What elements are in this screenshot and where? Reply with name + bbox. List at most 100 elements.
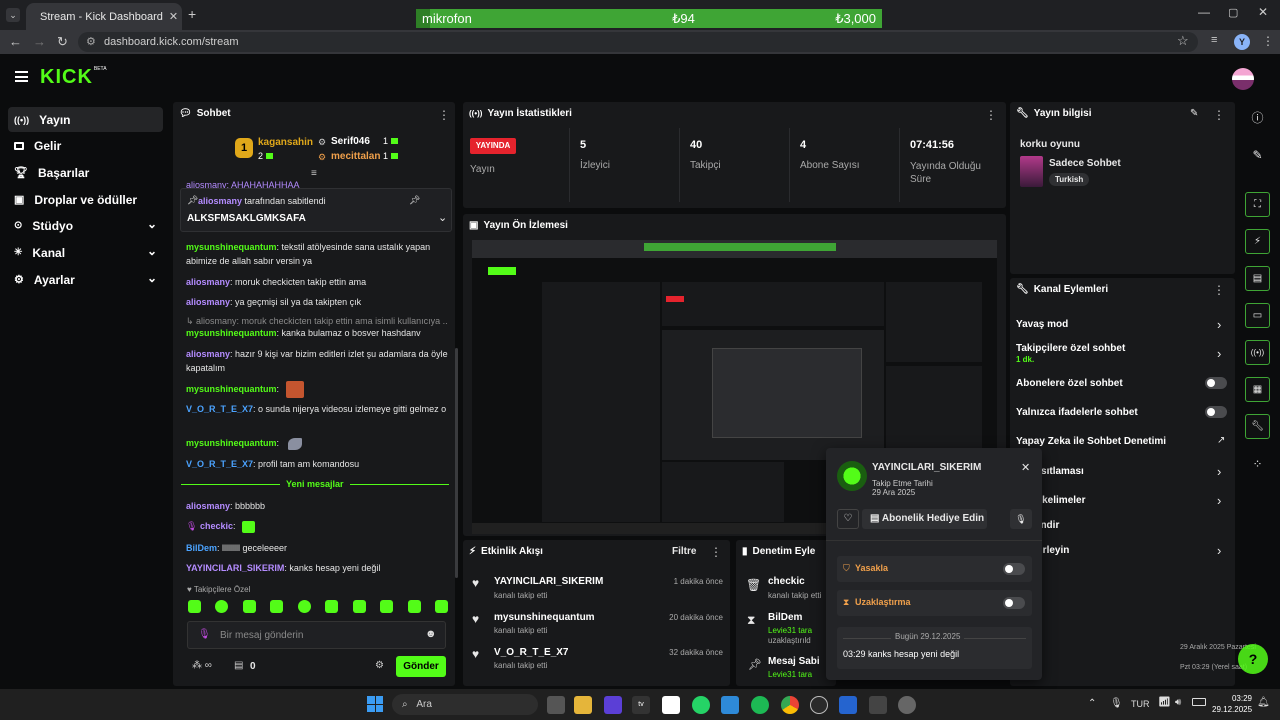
emote-button[interactable] — [297, 600, 311, 613]
reload-icon[interactable]: ↻ — [57, 34, 68, 50]
profile-avatar[interactable]: Y — [1234, 34, 1250, 50]
emote-button[interactable] — [188, 600, 201, 613]
info-icon[interactable]: ⓘ — [1245, 106, 1270, 131]
chat-scrollbar[interactable] — [455, 348, 458, 578]
channel-actions-menu-icon[interactable]: ⋮ — [1213, 283, 1225, 297]
emote-only-row[interactable]: Yalnızca ifadelerle sohbet — [1016, 407, 1138, 418]
mod-user[interactable]: Mesaj Sabi — [768, 656, 820, 667]
forward-icon[interactable]: → — [33, 34, 46, 49]
chatgpt-icon[interactable] — [810, 696, 828, 714]
chat-username[interactable]: checkic — [200, 521, 233, 531]
spotify-icon[interactable] — [751, 696, 769, 714]
emote-button[interactable] — [434, 600, 448, 613]
app-icon[interactable] — [604, 696, 622, 714]
followers-only-row[interactable]: Takipçilere özel sohbet — [1016, 343, 1125, 354]
filter-button[interactable]: Filtre — [672, 546, 696, 557]
tray-chevron-icon[interactable]: ⌃ — [1088, 698, 1096, 709]
app-icon[interactable] — [898, 696, 916, 714]
activity-menu-icon[interactable]: ⋮ — [710, 545, 722, 559]
pinned-message[interactable]: 📌︎ aliosmany tarafından sabitlendi 📌︎ AL… — [180, 188, 452, 232]
chat-username[interactable]: aliosmany — [186, 297, 230, 307]
chat-username[interactable]: mysunshinequantum — [186, 328, 277, 338]
mute-button[interactable]: 🎙︎ — [1010, 509, 1032, 529]
activity-user[interactable]: mysunshinequantum — [494, 612, 595, 623]
sidebar-item-basarilar[interactable]: 🏆︎ Başarılar — [8, 160, 163, 185]
gifter-name[interactable]: kagansahin — [258, 137, 313, 148]
apple-tv-icon[interactable]: tv — [632, 696, 650, 714]
points-icon[interactable]: ⁂ ∞ — [192, 660, 212, 671]
ban-toggle[interactable] — [1003, 563, 1025, 575]
screen-capture-icon[interactable]: ⛶ — [1245, 192, 1270, 217]
start-icon[interactable] — [367, 696, 383, 712]
slow-mode-row[interactable]: Yavaş mod — [1016, 319, 1068, 330]
battery-icon[interactable] — [1192, 698, 1206, 706]
chat-username[interactable]: V_O_R_T_E_X7 — [186, 459, 253, 469]
chat-username[interactable]: aliosmany — [186, 277, 230, 287]
language-indicator[interactable]: TUR — [1131, 699, 1150, 709]
emote-button[interactable] — [270, 600, 284, 613]
user-card-name[interactable]: YAYINCILARI_SIKERIM — [872, 462, 981, 473]
layout-icon[interactable]: ▦ — [1245, 377, 1270, 402]
chat-username[interactable]: mysunshinequantum — [186, 242, 277, 252]
stats-menu-icon[interactable]: ⋮ — [985, 108, 997, 122]
close-tab-icon[interactable]: ✕ — [169, 10, 178, 23]
category-name[interactable]: Sadece Sohbet — [1049, 158, 1121, 169]
notification-icon[interactable]: 🔔︎ — [1257, 697, 1270, 708]
url-field[interactable]: ⚙ dashboard.kick.com/stream — [78, 32, 1198, 52]
emote-only-toggle[interactable] — [1205, 406, 1227, 418]
chevron-right-icon[interactable]: › — [1217, 346, 1221, 361]
ai-moderation-row[interactable]: Yapay Zeka ile Sohbet Denetimi — [1016, 436, 1166, 447]
chat-username[interactable]: BilDem — [186, 543, 217, 553]
document-icon[interactable]: ▤ — [1245, 266, 1270, 291]
activity-user[interactable]: YAYINCILARI_SIKERIM — [494, 576, 603, 587]
language-tag[interactable]: Turkish — [1049, 173, 1090, 186]
chat-username[interactable]: YAYINCILARI_SIKERIM — [186, 563, 284, 573]
chevron-down-icon[interactable]: ⌄ — [438, 211, 447, 224]
todo-icon[interactable] — [839, 696, 857, 714]
site-info-icon[interactable]: ⚙ — [86, 32, 96, 52]
browser-tab[interactable]: Stream - Kick Dashboard ✕ — [26, 3, 182, 30]
gifter-name[interactable]: Serif046 — [331, 136, 370, 147]
gifter-name[interactable]: mecittalan — [331, 151, 380, 162]
emote-button[interactable] — [407, 600, 421, 613]
mic-icon[interactable]: 🎙︎ — [198, 629, 211, 640]
task-view-icon[interactable] — [547, 696, 565, 714]
emote-button[interactable] — [242, 600, 256, 613]
chevron-right-icon[interactable]: › — [1217, 493, 1221, 508]
external-link-icon[interactable]: ↗ — [1217, 435, 1225, 446]
notion-icon[interactable] — [662, 696, 680, 714]
broadcast-icon[interactable]: ((•)) — [1245, 340, 1270, 365]
chrome-icon[interactable] — [781, 696, 799, 714]
wrench-icon[interactable]: 🔧︎ — [1245, 414, 1270, 439]
kick-logo[interactable]: KICK BETA — [40, 66, 107, 89]
sidebar-item-yayin[interactable]: ((•)) Yayın — [8, 107, 163, 132]
chat-username[interactable]: mysunshinequantum — [186, 438, 277, 448]
reading-list-icon[interactable]: ≡ — [1211, 34, 1217, 46]
sidebar-item-studyo[interactable]: ⊙ Stüdyo ⌄ — [8, 213, 163, 238]
sidebar-item-gelir[interactable]: Gelir — [8, 133, 163, 158]
emote-button[interactable] — [352, 600, 366, 613]
chevron-right-icon[interactable]: › — [1217, 464, 1221, 479]
hamburger-menu-icon[interactable] — [15, 71, 28, 82]
chat-username[interactable]: aliosmany — [186, 349, 230, 359]
maximize-icon[interactable]: ▢ — [1228, 6, 1238, 19]
mod-user[interactable]: BilDem — [768, 612, 802, 623]
subscribers-only-row[interactable]: Abonelere özel sohbet — [1016, 378, 1123, 389]
category-thumbnail[interactable] — [1020, 156, 1043, 187]
subscribers-only-toggle[interactable] — [1205, 377, 1227, 389]
sidebar-item-kanal[interactable]: ✳ Kanal ⌄ — [8, 240, 163, 265]
user-avatar[interactable] — [1232, 68, 1254, 90]
chat-input[interactable]: 🎙︎ Bir mesaj gönderin ☻ — [187, 621, 446, 649]
close-window-icon[interactable]: ✕ — [1258, 5, 1268, 19]
chat-icon[interactable]: ▭ — [1245, 303, 1270, 328]
send-button[interactable]: Gönder — [396, 656, 446, 677]
lightning-icon[interactable]: ⚡︎ — [1245, 229, 1270, 254]
chat-username[interactable]: aliosmany — [186, 501, 230, 511]
vscode-icon[interactable] — [721, 696, 739, 714]
expand-gifters-icon[interactable]: ≡ — [311, 168, 317, 179]
chat-settings-icon[interactable]: ⚙ — [375, 660, 384, 671]
emoji-icon[interactable]: ☻ — [425, 628, 437, 640]
new-tab-icon[interactable]: + — [188, 6, 196, 22]
sidebar-item-droplar[interactable]: ▣ Droplar ve ödüller — [8, 187, 163, 212]
emote-button[interactable] — [325, 600, 339, 613]
